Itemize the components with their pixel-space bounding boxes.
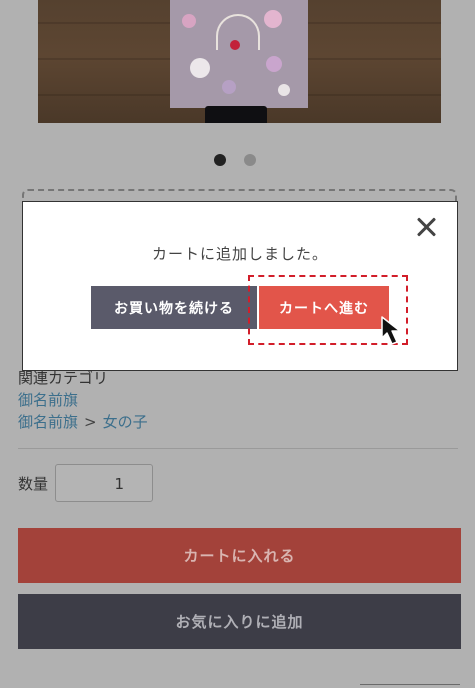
name-banner <box>170 0 308 108</box>
category-heading: 関連カテゴリ <box>18 369 109 387</box>
category-path: 御名前旗 > 女の子 <box>18 411 458 433</box>
modal-message: カートに追加しました。 <box>151 245 328 263</box>
product-image <box>38 0 441 123</box>
close-icon[interactable] <box>415 216 437 238</box>
divider <box>18 448 458 449</box>
category-separator: > <box>84 413 97 431</box>
cursor-icon <box>381 316 401 345</box>
quantity-input[interactable]: 1 <box>55 464 153 502</box>
carousel-pagination <box>0 154 475 166</box>
related-categories: 関連カテゴリ 御名前旗 御名前旗 > 女の子 <box>18 367 458 433</box>
added-to-cart-modal: カートに追加しました。 お買い物を続ける カートへ進む <box>22 201 458 371</box>
carousel-dot-1[interactable] <box>214 154 226 166</box>
divider <box>360 684 460 685</box>
carousel-dot-2[interactable] <box>244 154 256 166</box>
category-parent-link[interactable]: 御名前旗 <box>18 413 78 431</box>
add-to-favorites-button[interactable]: お気に入りに追加 <box>18 594 461 649</box>
category-link[interactable]: 御名前旗 <box>18 389 458 411</box>
continue-shopping-button[interactable]: お買い物を続ける <box>91 286 257 329</box>
category-child-link[interactable]: 女の子 <box>103 413 148 431</box>
go-to-cart-button[interactable]: カートへ進む <box>259 286 389 329</box>
quantity-label: 数量 <box>18 475 49 493</box>
add-to-cart-button[interactable]: カートに入れる <box>18 528 461 583</box>
